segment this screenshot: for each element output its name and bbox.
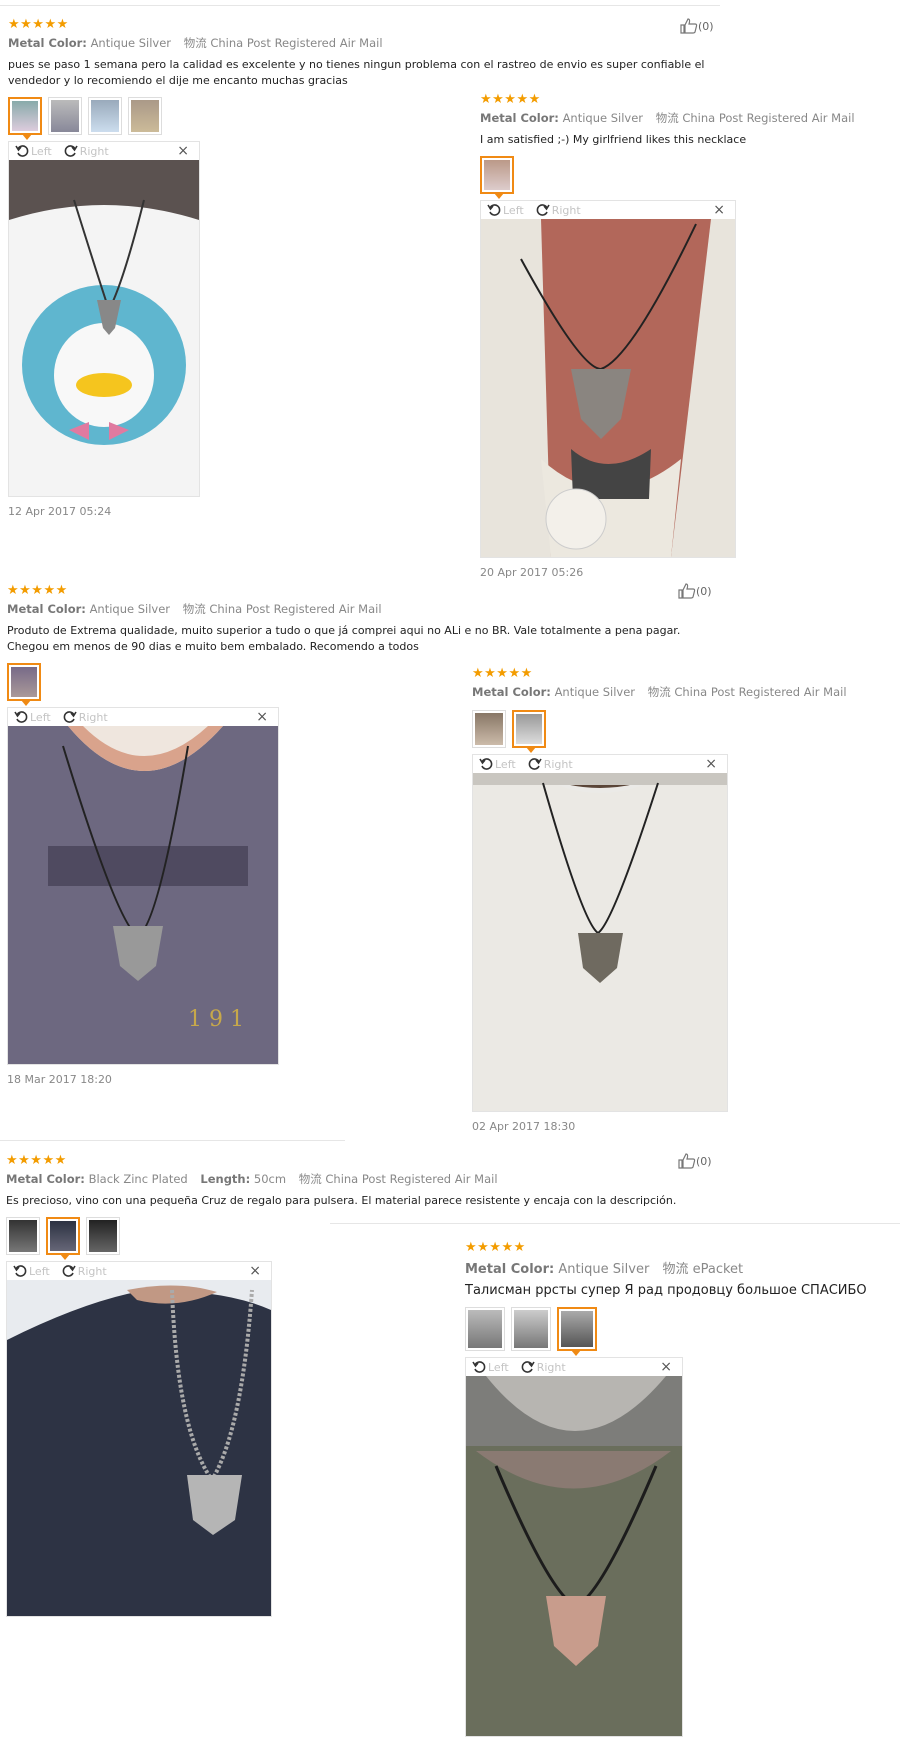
thumbnail-strip	[480, 156, 890, 199]
rotate-left-icon	[479, 758, 493, 770]
photo-thumbnail[interactable]	[46, 1217, 80, 1260]
review-card: ★★★★★ Metal Color: Antique Silver 物流 Chi…	[472, 666, 892, 1133]
rotate-left-button[interactable]: Left	[15, 144, 52, 158]
review-text: pues se paso 1 semana pero la calidad es…	[8, 58, 705, 87]
close-icon[interactable]: ×	[705, 756, 717, 772]
rotate-right-button[interactable]: Right	[521, 1360, 566, 1374]
photo-thumbnail[interactable]	[128, 97, 162, 135]
review-date: 02 Apr 2017 18:30	[472, 1120, 576, 1133]
photo-viewer: Left Right ×	[480, 200, 736, 558]
review-attributes: Metal Color: Black Zinc Plated Length: 5…	[6, 1172, 498, 1186]
viewer-toolbar: Left Right ×	[8, 708, 278, 726]
photo-viewer: Left Right ×	[8, 141, 200, 497]
photo-viewer: Left Right ×	[472, 754, 728, 1112]
rotate-right-button[interactable]: Right	[62, 1264, 107, 1278]
rotate-left-button[interactable]: Left	[487, 203, 524, 217]
photo-thumbnail[interactable]	[557, 1307, 597, 1356]
star-rating: ★★★★★	[7, 583, 68, 598]
divider	[0, 5, 720, 6]
rotate-right-button[interactable]: Right	[63, 710, 108, 724]
rotate-right-button[interactable]: Right	[64, 144, 109, 158]
close-icon[interactable]: ×	[177, 143, 189, 159]
review-attributes: Metal Color: Antique Silver 物流 China Pos…	[480, 111, 855, 125]
review-attributes: Metal Color: Antique Silver 物流 China Pos…	[7, 602, 382, 616]
viewer-toolbar: Left Right ×	[9, 142, 199, 160]
photo-thumbnail[interactable]	[472, 710, 506, 748]
review-attributes: Metal Color: Antique Silver 物流 China Pos…	[8, 36, 383, 50]
rotate-right-icon	[521, 1361, 535, 1373]
review-photo: 1 9 1	[8, 726, 278, 1064]
rotate-left-icon	[472, 1361, 486, 1373]
photo-thumbnail[interactable]	[512, 710, 546, 753]
review-attributes: Metal Color: Antique Silver 物流 China Pos…	[472, 685, 847, 699]
star-rating: ★★★★★	[480, 92, 541, 107]
close-icon[interactable]: ×	[249, 1263, 261, 1279]
rotate-left-button[interactable]: Left	[472, 1360, 509, 1374]
photo-viewer: Left Right ×	[465, 1357, 683, 1737]
photo-thumbnail[interactable]	[48, 97, 82, 135]
viewer-toolbar: Left Right ×	[7, 1262, 271, 1280]
close-icon[interactable]: ×	[660, 1359, 672, 1375]
review-text: I am satisfied ;-) My girlfriend likes t…	[480, 133, 747, 146]
photo-thumbnail[interactable]	[511, 1307, 551, 1351]
review-photo	[466, 1376, 682, 1736]
photo-thumbnail[interactable]	[6, 1217, 40, 1255]
rotate-right-button[interactable]: Right	[528, 757, 573, 771]
helpful-button[interactable]: (0)	[680, 18, 714, 34]
rotate-left-icon	[13, 1265, 27, 1277]
review-attributes: Metal Color: Antique Silver 物流 ePacket	[465, 1262, 744, 1277]
rotate-left-icon	[15, 145, 29, 157]
photo-thumbnail[interactable]	[480, 156, 514, 199]
review-photo	[9, 160, 199, 496]
review-photo	[473, 773, 727, 1111]
rotate-left-icon	[14, 711, 28, 723]
photo-viewer: Left Right × 1 9 1	[7, 707, 279, 1065]
photo-thumbnail[interactable]	[7, 663, 41, 706]
divider	[0, 1140, 345, 1141]
rotate-left-button[interactable]: Left	[13, 1264, 50, 1278]
rotate-right-icon	[63, 711, 77, 723]
viewer-toolbar: Left Right ×	[481, 201, 735, 219]
viewer-toolbar: Left Right ×	[466, 1358, 682, 1376]
star-rating: ★★★★★	[465, 1240, 526, 1255]
viewer-toolbar: Left Right ×	[473, 755, 727, 773]
review-text: Es precioso, vino con una pequeña Cruz d…	[6, 1194, 677, 1207]
rotate-right-icon	[528, 758, 542, 770]
rotate-left-button[interactable]: Left	[479, 757, 516, 771]
star-rating: ★★★★★	[8, 17, 69, 32]
photo-thumbnail[interactable]	[8, 97, 42, 140]
photo-thumbnail[interactable]	[88, 97, 122, 135]
photo-viewer: Left Right ×	[6, 1261, 272, 1617]
review-text: Produto de Extrema qualidade, muito supe…	[7, 624, 681, 653]
review-card: ★★★★★ Metal Color: Antique Silver 物流 Chi…	[480, 92, 890, 579]
star-rating: ★★★★★	[6, 1153, 67, 1168]
photo-thumbnail[interactable]	[465, 1307, 505, 1351]
rotate-right-icon	[536, 204, 550, 216]
photo-thumbnail[interactable]	[86, 1217, 120, 1255]
star-rating: ★★★★★	[472, 666, 533, 681]
rotate-right-button[interactable]: Right	[536, 203, 581, 217]
close-icon[interactable]: ×	[713, 202, 725, 218]
review-date: 20 Apr 2017 05:26	[480, 566, 584, 579]
review-card: ★★★★★ Metal Color: Antique Silver 物流 ePa…	[465, 1240, 895, 1737]
rotate-left-icon	[487, 204, 501, 216]
rotate-left-button[interactable]: Left	[14, 710, 51, 724]
close-icon[interactable]: ×	[256, 709, 268, 725]
review-photo	[7, 1280, 271, 1616]
thumbs-up-icon	[680, 18, 698, 34]
svg-text:1 9 1: 1 9 1	[188, 1007, 244, 1032]
thumbnail-strip	[465, 1307, 895, 1356]
review-text: Талисман ррсты супер Я рад продовцу боль…	[465, 1283, 867, 1298]
review-photo	[481, 219, 735, 557]
thumbnail-strip	[472, 710, 892, 753]
rotate-right-icon	[62, 1265, 76, 1277]
rotate-right-icon	[64, 145, 78, 157]
